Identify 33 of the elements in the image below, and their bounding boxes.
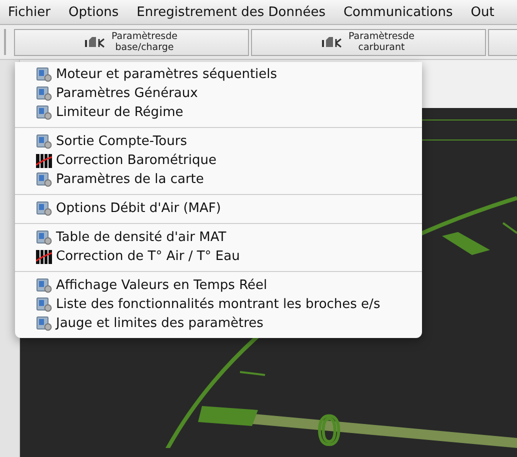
menu-item[interactable]: Paramètres Généraux — [15, 84, 422, 103]
menu-item[interactable]: Liste des fonctionnalités montrant les broches e/s — [15, 295, 422, 314]
app-icon — [36, 134, 52, 149]
menu-item[interactable]: Correction de T° Air / T° Eau — [15, 247, 422, 266]
menu-item[interactable]: Affichage Valeurs en Temps Réel — [15, 276, 422, 295]
app-icon — [36, 86, 52, 101]
connector-icon — [85, 36, 108, 48]
connector-icon — [322, 36, 344, 48]
app-icon — [36, 316, 52, 331]
menu-item[interactable]: Correction Barométrique — [15, 151, 422, 170]
app-icon — [36, 201, 52, 216]
app-icon — [36, 230, 52, 245]
app-icon — [36, 278, 52, 293]
app-icon — [36, 297, 52, 312]
menu-title[interactable]: Options — [68, 4, 119, 20]
menu-title[interactable]: Communications — [343, 4, 453, 20]
toolbar-button[interactable]: Paramètresde carburant — [251, 28, 486, 56]
menu-item[interactable]: Limiteur de Régime — [15, 103, 422, 122]
menu-title[interactable]: Out — [470, 4, 494, 20]
menu-title[interactable]: Fichier — [8, 4, 50, 20]
toolbar-button[interactable]: Paramètresde base/charge — [14, 28, 249, 56]
app-icon — [36, 67, 52, 82]
menu-item[interactable]: Options Débit d'Air (MAF) — [15, 199, 422, 218]
app-icon — [36, 105, 52, 120]
menu-item[interactable]: Paramètres de la carte — [15, 170, 422, 189]
menu-item[interactable]: Jauge et limites des paramètres — [15, 314, 422, 333]
chart-table-icon — [36, 250, 52, 264]
app-icon — [36, 172, 52, 187]
menu-item[interactable]: Moteur et paramètres séquentiels — [15, 65, 422, 84]
chart-table-icon — [36, 154, 52, 168]
menu-title[interactable]: Enregistrement des Données — [136, 4, 326, 20]
menu-item[interactable]: Sortie Compte-Tours — [15, 132, 422, 151]
menu-item[interactable]: Table de densité d'air MAT — [15, 228, 422, 247]
